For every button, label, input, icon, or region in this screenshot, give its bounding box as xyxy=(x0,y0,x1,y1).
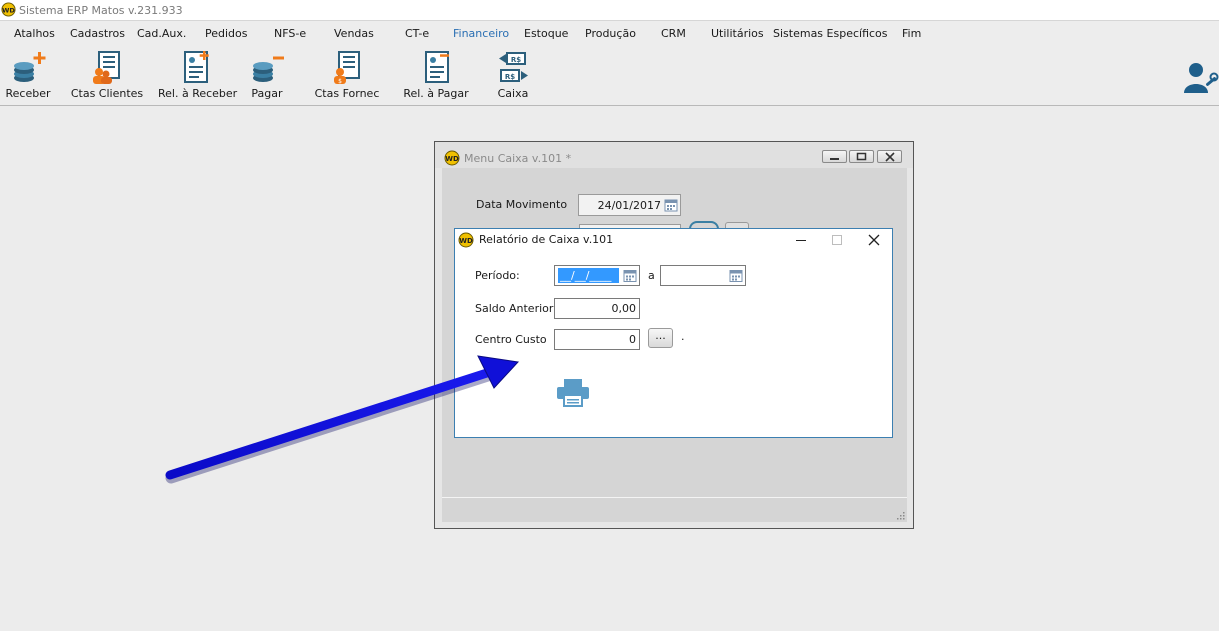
toolbar-rel-pagar-button[interactable]: Rel. à Pagar xyxy=(402,47,470,105)
toolbar: Receber Ctas Clientes Rel. à Receber Pag… xyxy=(0,47,1219,106)
svg-text:WD: WD xyxy=(2,6,15,14)
centro-custo-label: Centro Custo xyxy=(475,333,547,346)
client-accounts-icon xyxy=(93,51,120,84)
menu-producao[interactable]: Produção xyxy=(585,27,636,40)
svg-text:$: $ xyxy=(338,78,342,85)
centro-custo-value: 0 xyxy=(629,333,636,346)
menu-cad-aux[interactable]: Cad.Aux. xyxy=(137,27,186,40)
menu-nfs-e[interactable]: NFS-e xyxy=(274,27,306,40)
maximize-icon[interactable] xyxy=(830,233,844,247)
restore-button[interactable] xyxy=(849,150,874,163)
toolbar-receber-button[interactable]: Receber xyxy=(2,47,54,105)
menu-financeiro[interactable]: Financeiro xyxy=(453,27,509,40)
data-movimento-value: 24/01/2017 xyxy=(597,199,661,212)
coins-minus-icon xyxy=(253,56,284,82)
main-menu-bar: Atalhos Cadastros Cad.Aux. Pedidos NFS-e… xyxy=(0,21,1219,47)
minimize-icon[interactable] xyxy=(794,233,808,247)
relatorio-title-bar[interactable]: WD Relatório de Caixa v.101 xyxy=(455,229,892,251)
periodo-start-value: __/__/____ xyxy=(558,268,619,283)
periodo-separator: a xyxy=(648,269,655,282)
close-button[interactable] xyxy=(877,150,902,163)
saldo-anterior-field[interactable]: 0,00 xyxy=(554,298,640,319)
toolbar-receber-label: Receber xyxy=(5,87,51,100)
cash-exchange-icon: R$ R$ xyxy=(499,52,528,82)
app-logo-icon: WD xyxy=(458,232,474,248)
resize-grip-icon[interactable] xyxy=(895,510,905,520)
close-icon xyxy=(885,152,895,162)
annotation-arrow xyxy=(165,355,520,484)
menu-crm[interactable]: CRM xyxy=(661,27,686,40)
user-settings-icon[interactable] xyxy=(1181,61,1219,95)
relatorio-title: Relatório de Caixa v.101 xyxy=(479,233,614,246)
toolbar-rel-receber-button[interactable]: Rel. à Receber xyxy=(158,47,238,105)
toolbar-rel-pagar-label: Rel. à Pagar xyxy=(403,87,469,100)
periodo-label: Período: xyxy=(475,269,520,282)
menu-sistemas-especificos[interactable]: Sistemas Específicos xyxy=(773,27,888,40)
toolbar-ctas-fornec-button[interactable]: $ Ctas Fornec xyxy=(312,47,382,105)
toolbar-ctas-clientes-button[interactable]: Ctas Clientes xyxy=(70,47,144,105)
svg-text:WD: WD xyxy=(459,237,473,245)
calendar-icon[interactable] xyxy=(729,268,743,283)
saldo-anterior-value: 0,00 xyxy=(611,302,637,315)
menu-caixa-title-bar[interactable]: WD Menu Caixa v.101 * xyxy=(435,142,913,168)
menu-fim[interactable]: Fim xyxy=(902,27,921,40)
minimize-icon xyxy=(830,158,839,160)
calendar-icon[interactable] xyxy=(664,198,678,212)
menu-vendas[interactable]: Vendas xyxy=(334,27,374,40)
toolbar-caixa-button[interactable]: R$ R$ Caixa xyxy=(490,47,536,105)
menu-cadastros[interactable]: Cadastros xyxy=(70,27,125,40)
toolbar-caixa-label: Caixa xyxy=(497,87,529,100)
toolbar-ctas-fornec-label: Ctas Fornec xyxy=(314,87,380,100)
centro-custo-lookup-button[interactable]: ... xyxy=(648,328,673,348)
coins-plus-icon xyxy=(14,52,46,82)
app-title-bar: WD Sistema ERP Matos v.231.933 xyxy=(0,0,1219,21)
toolbar-pagar-button[interactable]: Pagar xyxy=(244,47,290,105)
data-movimento-label: Data Movimento xyxy=(476,198,568,211)
supplier-accounts-icon: $ xyxy=(334,51,360,85)
toolbar-pagar-label: Pagar xyxy=(251,87,283,100)
toolbar-ctas-clientes-label: Ctas Clientes xyxy=(70,87,144,100)
menu-caixa-title: Menu Caixa v.101 * xyxy=(464,152,572,165)
app-title: Sistema ERP Matos v.231.933 xyxy=(19,4,183,17)
centro-custo-description: · xyxy=(681,333,685,346)
menu-estoque[interactable]: Estoque xyxy=(524,27,568,40)
payable-report-icon xyxy=(425,51,449,83)
saldo-anterior-label: Saldo Anterior: xyxy=(475,302,557,315)
periodo-start-field[interactable]: __/__/____ xyxy=(554,265,640,286)
app-logo-icon: WD xyxy=(444,150,460,166)
data-movimento-field[interactable]: 24/01/2017 xyxy=(578,194,681,216)
svg-text:WD: WD xyxy=(445,155,459,163)
svg-text:R$: R$ xyxy=(505,73,515,81)
menu-utilitarios[interactable]: Utilitários xyxy=(711,27,764,40)
menu-atalhos[interactable]: Atalhos xyxy=(14,27,55,40)
svg-text:R$: R$ xyxy=(511,56,521,64)
app-logo-icon: WD xyxy=(1,2,16,17)
restore-icon xyxy=(856,152,867,161)
status-divider xyxy=(442,497,907,498)
menu-pedidos[interactable]: Pedidos xyxy=(205,27,248,40)
print-icon[interactable] xyxy=(555,377,591,409)
minimize-button[interactable] xyxy=(822,150,847,163)
centro-custo-field[interactable]: 0 xyxy=(554,329,640,350)
calendar-icon[interactable] xyxy=(623,268,637,283)
toolbar-rel-receber-label: Rel. à Receber xyxy=(158,87,238,100)
close-icon[interactable] xyxy=(867,233,881,247)
periodo-end-field[interactable] xyxy=(660,265,746,286)
menu-ct-e[interactable]: CT-e xyxy=(405,27,429,40)
receivable-report-icon xyxy=(184,51,209,83)
